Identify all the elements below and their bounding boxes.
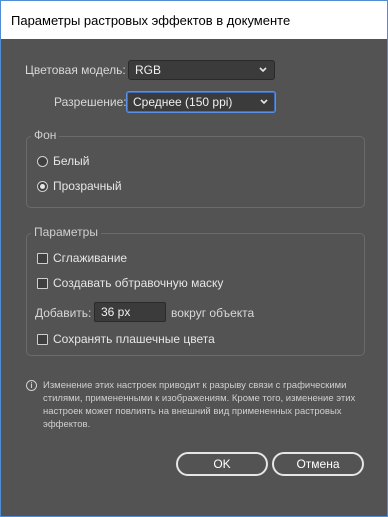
color-model-select[interactable]: RGB <box>128 60 275 80</box>
clipping-mask-checkbox[interactable] <box>37 278 48 289</box>
around-object-label: вокруг объекта <box>171 306 255 320</box>
clipping-mask-label[interactable]: Создавать обтравочную маску <box>53 276 223 290</box>
chevron-down-icon <box>258 64 268 76</box>
ok-button[interactable]: OK <box>176 452 268 476</box>
info-icon: i <box>26 380 37 391</box>
background-group-title: Фон <box>31 128 60 142</box>
white-radio[interactable] <box>37 156 48 167</box>
antialias-checkbox[interactable] <box>37 253 48 264</box>
info-note: Изменение этих настроек приводит к разры… <box>43 380 356 430</box>
resolution-value: Среднее (150 ppi) <box>133 95 233 109</box>
preserve-spot-label[interactable]: Сохранять плашечные цвета <box>53 332 215 346</box>
resolution-select[interactable]: Среднее (150 ppi) <box>126 91 276 113</box>
color-model-value: RGB <box>135 63 162 77</box>
parameters-group-title: Параметры <box>31 225 101 239</box>
dialog-window: Параметры растровых эффектов в документе… <box>0 0 388 517</box>
transparent-radio-label[interactable]: Прозрачный <box>53 179 122 193</box>
color-model-label: Цветовая модель: <box>25 63 126 77</box>
cancel-button[interactable]: Отмена <box>272 452 364 476</box>
chevron-down-icon <box>259 96 269 108</box>
white-radio-label[interactable]: Белый <box>53 154 89 168</box>
resolution-label: Разрешение: <box>54 95 127 109</box>
transparent-radio[interactable] <box>37 181 48 192</box>
add-label: Добавить: <box>35 306 92 320</box>
preserve-spot-checkbox[interactable] <box>37 334 48 345</box>
background-group <box>26 136 365 208</box>
add-amount-input[interactable]: 36 px <box>94 302 166 322</box>
dialog-title: Параметры растровых эффектов в документе <box>1 1 387 39</box>
antialias-label[interactable]: Сглаживание <box>53 251 127 265</box>
